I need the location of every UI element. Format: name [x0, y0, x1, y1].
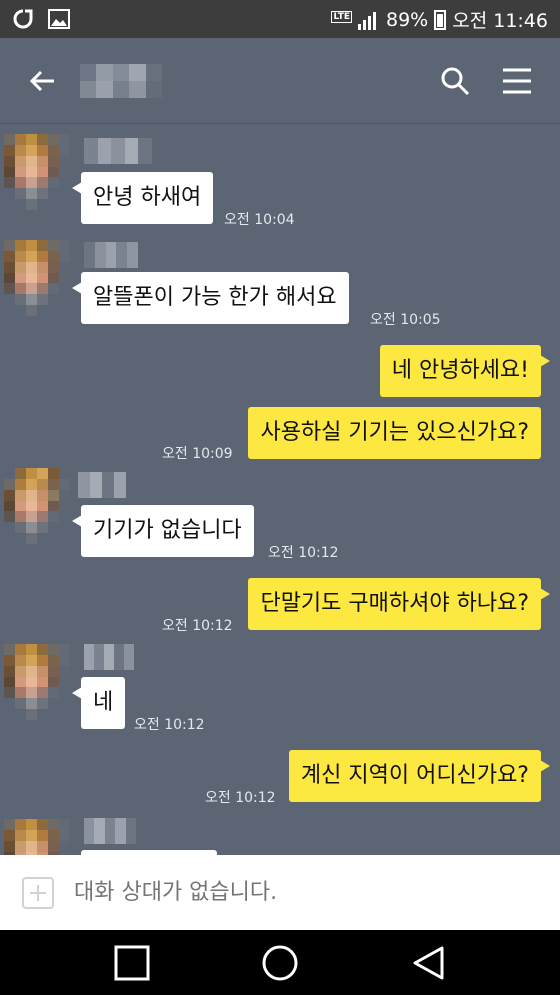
message-input[interactable] [74, 871, 534, 915]
app-notification-icon [13, 9, 33, 29]
battery-percent: 89% [386, 8, 429, 31]
plus-icon[interactable] [22, 877, 54, 909]
message-input-bar [0, 855, 560, 930]
outgoing-message-bubble[interactable]: 단말기도 구매하셔야 하나요? [248, 578, 550, 630]
sender-name-blurred [78, 472, 138, 498]
message-timestamp: 오전 10:12 [134, 717, 205, 733]
message-timestamp: 오전 10:12 [205, 790, 276, 806]
outgoing-message-bubble[interactable]: 사용하실 기기는 있으신가요? [248, 407, 541, 459]
outgoing-message-bubble[interactable]: 네 안녕하세요! [379, 345, 551, 397]
triangle-back-icon[interactable] [410, 944, 448, 982]
message-timestamp: 오전 10:12 [268, 545, 339, 561]
chat-header [0, 38, 560, 124]
avatar[interactable] [4, 819, 70, 855]
incoming-message-bubble[interactable]: 기기가 없습니다 [72, 505, 254, 557]
android-navigation-bar [0, 930, 560, 995]
sender-name-blurred [84, 818, 136, 844]
sender-name-blurred [84, 644, 134, 670]
search-icon[interactable] [438, 64, 472, 98]
incoming-message-bubble[interactable]: 알뜰폰이 가능 한가 해서요 [72, 272, 349, 324]
battery-icon [434, 9, 447, 30]
avatar[interactable] [4, 644, 70, 720]
signal-icon [358, 11, 376, 30]
status-bar: LTE 89% 오전 11:46 [0, 0, 560, 38]
message-timestamp: 오전 10:05 [370, 312, 441, 328]
hamburger-menu-icon[interactable] [499, 64, 535, 98]
avatar[interactable] [4, 134, 70, 210]
circle-home-icon[interactable] [261, 944, 299, 982]
sender-name-blurred [84, 138, 152, 164]
chat-screen: LTE 89% 오전 11:46 안녕 하새여 오전 10:04 알뜰폰이 가능… [0, 0, 560, 995]
incoming-message-bubble[interactable]: 안녕 하새여 [71, 172, 214, 224]
clock: 오전 11:46 [452, 10, 548, 32]
chat-partner-name-blurred [80, 64, 162, 98]
gallery-icon [48, 9, 70, 29]
square-recents-icon[interactable] [113, 944, 151, 982]
outgoing-message-bubble[interactable]: 계신 지역이 어디신가요? [288, 750, 551, 802]
incoming-message-bubble[interactable]: 네 [71, 677, 126, 729]
message-timestamp: 오전 10:04 [224, 212, 295, 228]
message-timestamp: 오전 10:12 [162, 618, 233, 634]
avatar[interactable] [4, 468, 70, 544]
arrow-left-icon[interactable] [26, 64, 60, 98]
sender-name-blurred [84, 242, 138, 268]
message-list[interactable]: 안녕 하새여 오전 10:04 알뜰폰이 가능 한가 해서요 오전 10:05 … [0, 124, 560, 855]
avatar[interactable] [4, 240, 70, 316]
message-timestamp: 오전 10:09 [162, 446, 233, 462]
network-type-label: LTE [331, 10, 352, 23]
